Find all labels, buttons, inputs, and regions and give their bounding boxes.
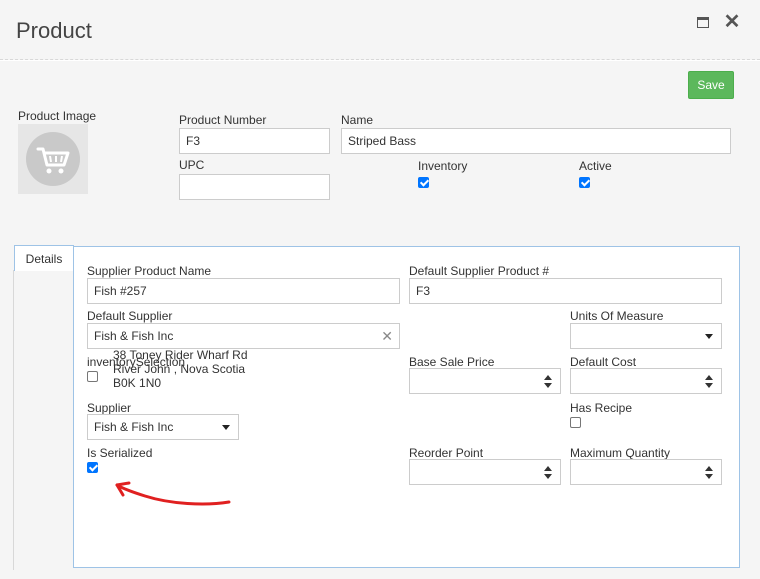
chevron-down-icon: [705, 334, 713, 339]
supplier-select[interactable]: Fish & Fish Inc: [87, 414, 239, 440]
save-button[interactable]: Save: [688, 71, 734, 99]
is-serialized-label: Is Serialized: [87, 446, 153, 460]
maximum-quantity-label: Maximum Quantity: [570, 446, 671, 460]
active-label: Active: [579, 159, 612, 173]
supplier-value: Fish & Fish Inc: [94, 420, 174, 434]
default-cost-input[interactable]: [570, 368, 722, 394]
address-line-2: River John , Nova Scotia: [113, 362, 246, 376]
product-image[interactable]: [18, 124, 88, 194]
spinner-icon[interactable]: [544, 465, 552, 481]
base-sale-price-input[interactable]: [409, 368, 561, 394]
tab-divider: [13, 270, 14, 570]
spinner-icon[interactable]: [705, 374, 713, 390]
has-recipe-checkbox[interactable]: [570, 417, 581, 428]
cart-icon: [26, 132, 80, 186]
is-serialized-checkbox[interactable]: [87, 462, 98, 473]
maximum-quantity-input[interactable]: [570, 459, 722, 485]
inventory-checkbox[interactable]: [418, 177, 429, 188]
product-number-input[interactable]: F3: [179, 128, 330, 154]
chevron-down-icon: [222, 425, 230, 430]
supplier-label: Supplier: [87, 401, 132, 415]
window-header: Product ✕: [0, 0, 760, 60]
upc-input[interactable]: [179, 174, 330, 200]
inventory-selection-checkbox[interactable]: [87, 371, 98, 382]
reorder-point-input[interactable]: [409, 459, 561, 485]
active-checkbox[interactable]: [579, 177, 590, 188]
maximize-icon[interactable]: [693, 12, 713, 32]
base-sale-price-label: Base Sale Price: [409, 355, 495, 369]
supplier-address: 38 Toney Rider Wharf Rd River John , Nov…: [113, 348, 248, 390]
annotation-arrow: [115, 481, 231, 506]
supplier-product-name-input[interactable]: Fish #257: [87, 278, 400, 304]
units-of-measure-select[interactable]: [570, 323, 722, 349]
address-line-3: B0K 1N0: [113, 376, 162, 390]
name-input[interactable]: Striped Bass: [341, 128, 731, 154]
default-supplier-label: Default Supplier: [87, 309, 173, 323]
default-supplier-product-input[interactable]: F3: [409, 278, 722, 304]
supplier-product-name-label: Supplier Product Name: [87, 264, 212, 278]
units-of-measure-label: Units Of Measure: [570, 309, 664, 323]
product-image-label: Product Image: [18, 109, 97, 123]
address-line-1: 38 Toney Rider Wharf Rd: [113, 348, 248, 362]
spinner-icon[interactable]: [705, 465, 713, 481]
has-recipe-label: Has Recipe: [570, 401, 633, 415]
tab-details[interactable]: Details: [14, 245, 74, 271]
clear-icon[interactable]: ✕: [381, 324, 393, 348]
window-title: Product: [16, 18, 92, 43]
default-cost-label: Default Cost: [570, 355, 637, 369]
upc-label: UPC: [179, 158, 205, 172]
close-icon[interactable]: ✕: [722, 12, 742, 32]
default-supplier-combobox[interactable]: Fish & Fish Inc ✕: [87, 323, 400, 349]
product-number-label: Product Number: [179, 113, 267, 127]
reorder-point-label: Reorder Point: [409, 446, 484, 460]
inventory-label: Inventory: [418, 159, 468, 173]
default-supplier-value: Fish & Fish Inc: [94, 329, 174, 343]
name-label: Name: [341, 113, 374, 127]
default-supplier-product-label: Default Supplier Product #: [409, 264, 550, 278]
spinner-icon[interactable]: [544, 374, 552, 390]
